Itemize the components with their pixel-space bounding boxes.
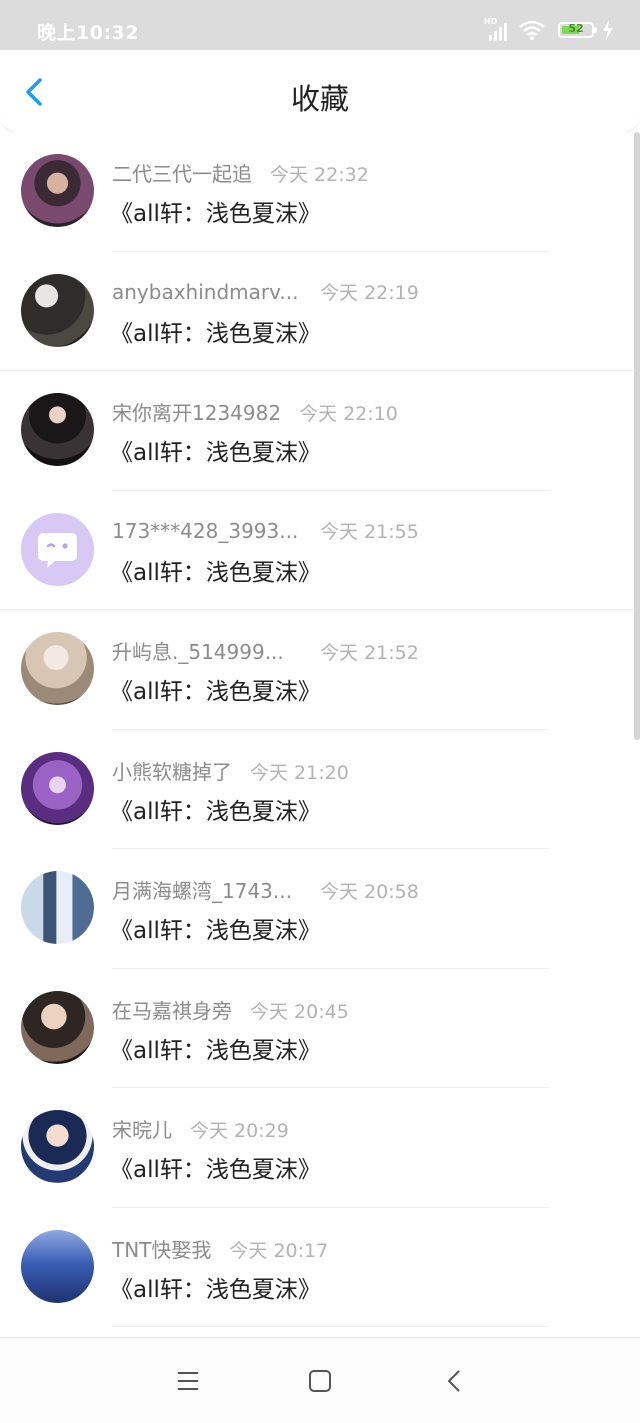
status-time: 晚上10:32 xyxy=(37,22,139,44)
list-item[interactable]: 升屿息._514999... 今天 21:52 《all轩：浅色夏沫》 xyxy=(0,610,640,730)
scrollbar[interactable] xyxy=(634,132,640,740)
list-item[interactable]: 在马嘉祺身旁 今天 20:45 《all轩：浅色夏沫》 xyxy=(0,969,640,1088)
timestamp: 今天 22:10 xyxy=(299,403,398,425)
favorite-title[interactable]: 《all轩：浅色夏沫》 xyxy=(110,553,321,587)
list-item[interactable]: 小熊软糖掉了 今天 21:20 《all轩：浅色夏沫》 xyxy=(0,730,640,849)
list-item[interactable]: 宋你离开1234982 今天 22:10 《all轩：浅色夏沫》 xyxy=(0,371,640,491)
timestamp: 今天 22:32 xyxy=(270,164,369,186)
user-name[interactable]: 月满海螺湾_1743... xyxy=(112,875,302,904)
triangle-back-icon xyxy=(448,1370,460,1392)
wifi-icon xyxy=(519,20,545,40)
user-name[interactable]: TNT快娶我 xyxy=(112,1234,211,1263)
header: 收藏 xyxy=(0,50,640,133)
user-name[interactable]: anybaxhindmarv... xyxy=(112,280,302,304)
list-item[interactable]: 二代三代一起追 今天 22:32 《all轩：浅色夏沫》 xyxy=(0,132,640,252)
avatar[interactable] xyxy=(21,1229,94,1303)
favorite-title[interactable]: 《all轩：浅色夏沫》 xyxy=(110,672,321,706)
favorite-title[interactable]: 《all轩：浅色夏沫》 xyxy=(110,433,321,467)
user-name[interactable]: 在马嘉祺身旁 xyxy=(112,995,232,1024)
user-name[interactable]: 宋晥儿 xyxy=(112,1114,172,1143)
divider xyxy=(112,1326,550,1327)
favorites-list: 二代三代一起追 今天 22:32 《all轩：浅色夏沫》 anybaxhindm… xyxy=(0,132,640,1337)
timestamp: 今天 20:45 xyxy=(250,1000,349,1023)
favorite-title[interactable]: 《all轩：浅色夏沫》 xyxy=(110,1270,321,1304)
battery-icon: 52 xyxy=(558,22,597,38)
timestamp: 今天 20:58 xyxy=(320,881,419,903)
avatar[interactable] xyxy=(21,751,94,825)
favorite-title[interactable]: 《all轩：浅色夏沫》 xyxy=(110,194,321,228)
menu-button[interactable] xyxy=(173,1366,203,1396)
avatar[interactable] xyxy=(21,273,94,347)
timestamp: 今天 21:20 xyxy=(250,761,349,784)
favorite-title[interactable]: 《all轩：浅色夏沫》 xyxy=(110,792,321,826)
avatar[interactable] xyxy=(21,1110,94,1183)
timestamp: 今天 20:29 xyxy=(190,1120,289,1142)
user-name[interactable]: 宋你离开1234982 xyxy=(112,397,281,426)
square-icon xyxy=(309,1370,331,1392)
avatar[interactable] xyxy=(21,393,94,466)
status-icons: HD 52 xyxy=(484,17,614,43)
timestamp: 今天 21:55 xyxy=(320,520,419,543)
avatar[interactable] xyxy=(21,990,94,1064)
status-bar: 晚上10:32 HD 52 xyxy=(0,0,640,50)
menu-icon xyxy=(178,1372,198,1390)
list-item[interactable]: 宋晥儿 今天 20:29 《all轩：浅色夏沫》 xyxy=(0,1088,640,1208)
signal-icon: HD xyxy=(484,17,510,41)
charging-icon xyxy=(603,20,613,40)
favorite-title[interactable]: 《all轩：浅色夏沫》 xyxy=(110,1150,321,1184)
page-title: 收藏 xyxy=(290,82,349,116)
avatar[interactable] xyxy=(21,632,94,705)
timestamp: 今天 20:17 xyxy=(229,1239,329,1262)
user-name[interactable]: 二代三代一起追 xyxy=(112,158,252,187)
user-name[interactable]: 小熊软糖掉了 xyxy=(112,756,232,785)
timestamp: 今天 22:19 xyxy=(320,281,419,304)
favorite-title[interactable]: 《all轩：浅色夏沫》 xyxy=(110,911,321,945)
avatar[interactable] xyxy=(21,512,94,586)
list-item[interactable]: 173***428_3993... 今天 21:55 《all轩：浅色夏沫》 xyxy=(0,491,640,610)
system-back-button[interactable] xyxy=(440,1366,470,1396)
system-nav-bar xyxy=(0,1337,640,1423)
user-name[interactable]: 173***428_3993... xyxy=(112,519,302,543)
list-item[interactable]: TNT快娶我 今天 20:17 《all轩：浅色夏沫》 xyxy=(0,1208,640,1327)
list-item[interactable]: 月满海螺湾_1743... 今天 20:58 《all轩：浅色夏沫》 xyxy=(0,849,640,969)
avatar[interactable] xyxy=(21,871,94,944)
favorite-title[interactable]: 《all轩：浅色夏沫》 xyxy=(110,314,321,348)
battery-level: 52 xyxy=(568,22,584,35)
default-avatar-icon xyxy=(38,532,77,568)
avatar[interactable] xyxy=(21,154,94,227)
home-button[interactable] xyxy=(305,1366,335,1396)
user-name[interactable]: 升屿息._514999... xyxy=(112,636,302,665)
timestamp: 今天 21:52 xyxy=(320,642,419,664)
list-item[interactable]: anybaxhindmarv... 今天 22:19 《all轩：浅色夏沫》 xyxy=(0,252,640,371)
favorite-title[interactable]: 《all轩：浅色夏沫》 xyxy=(110,1031,321,1065)
